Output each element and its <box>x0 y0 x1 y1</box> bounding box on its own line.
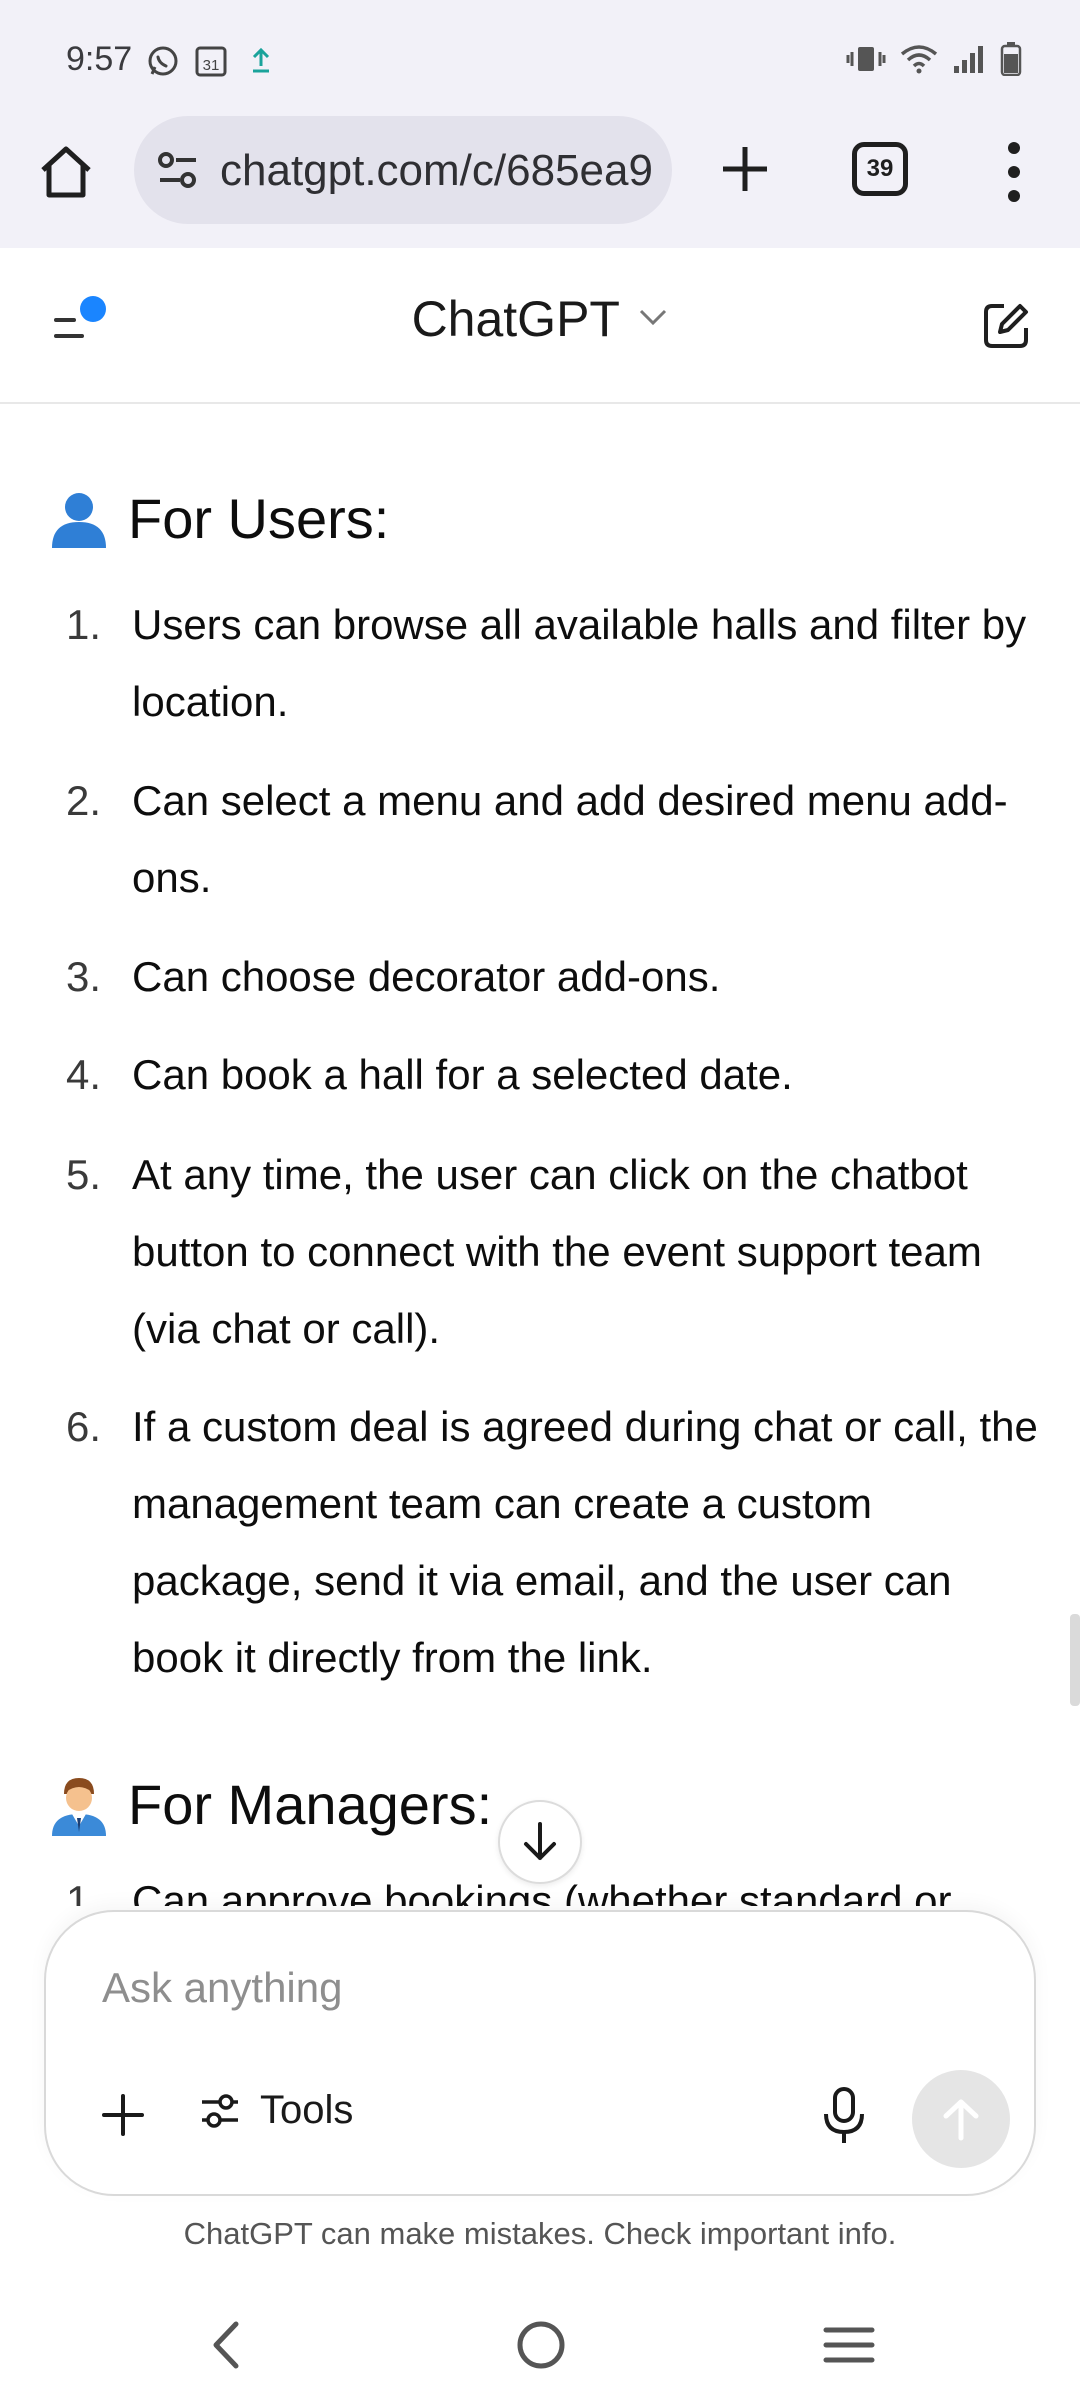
sliders-icon <box>202 2093 238 2128</box>
model-selector[interactable]: ChatGPT <box>0 290 1080 348</box>
send-button[interactable] <box>912 2070 1010 2168</box>
message-input[interactable]: Ask anything <box>102 1964 342 2012</box>
recents-nav-icon[interactable] <box>822 2318 876 2377</box>
plus-icon <box>102 2094 144 2136</box>
vibrate-icon <box>846 44 886 79</box>
browser-menu-button[interactable] <box>990 136 1038 208</box>
address-bar[interactable]: chatgpt.com/c/685ea9 <box>134 116 672 224</box>
whatsapp-icon <box>146 44 180 83</box>
manager-person-icon <box>48 1774 110 1836</box>
url-text[interactable]: chatgpt.com/c/685ea9 <box>220 146 660 196</box>
battery-icon <box>1000 42 1022 81</box>
voice-input-button[interactable] <box>820 2086 868 2146</box>
new-tab-button[interactable] <box>710 134 780 204</box>
home-icon <box>41 146 91 198</box>
section-heading-managers: For Managers: <box>48 1772 492 1837</box>
section-heading-users: For Users: <box>48 486 389 551</box>
scrollbar-thumb[interactable] <box>1070 1614 1080 1706</box>
status-time: 9:57 <box>66 40 133 78</box>
system-navigation-bar <box>0 2290 1080 2400</box>
chat-header: ChatGPT <box>0 248 1080 404</box>
scroll-to-bottom-button[interactable] <box>498 1800 582 1884</box>
microphone-icon <box>824 2087 864 2143</box>
calendar-icon: 31 <box>194 44 228 83</box>
home-button[interactable] <box>32 138 100 206</box>
more-vert-icon <box>1008 142 1020 154</box>
plus-icon <box>723 147 767 191</box>
status-bar: 9:57 31 <box>0 0 1080 118</box>
disclaimer-text: ChatGPT can make mistakes. Check importa… <box>183 2216 897 2251</box>
tools-label[interactable]: Tools <box>260 2088 353 2133</box>
new-chat-button[interactable] <box>978 298 1034 354</box>
site-settings-icon[interactable] <box>156 150 200 195</box>
compose-icon <box>984 304 1028 348</box>
user-silhouette-icon <box>48 488 110 550</box>
attach-button[interactable] <box>98 2090 148 2140</box>
arrow-down-icon <box>524 1822 556 1860</box>
upload-icon <box>248 44 274 79</box>
tools-button[interactable]: Tools <box>198 2088 353 2133</box>
browser-chrome: 9:57 31 chatgpt.com/c/685ea9 39 <box>0 0 1080 248</box>
url-toolbar: chatgpt.com/c/685ea9 39 <box>0 112 1080 232</box>
signal-icon <box>952 44 986 79</box>
back-nav-icon[interactable] <box>206 2318 246 2377</box>
svg-text:31: 31 <box>203 57 220 74</box>
chevron-down-icon <box>638 307 668 332</box>
conversation: For Users: 1. Users can browse all avail… <box>0 406 1080 1906</box>
wifi-icon <box>900 44 938 79</box>
page-title[interactable]: ChatGPT <box>412 291 620 347</box>
home-nav-icon[interactable] <box>514 2318 568 2377</box>
message-composer: Ask anything Tools <box>44 1910 1036 2196</box>
tab-switcher-button[interactable]: 39 <box>852 142 908 196</box>
arrow-up-icon <box>943 2099 979 2141</box>
